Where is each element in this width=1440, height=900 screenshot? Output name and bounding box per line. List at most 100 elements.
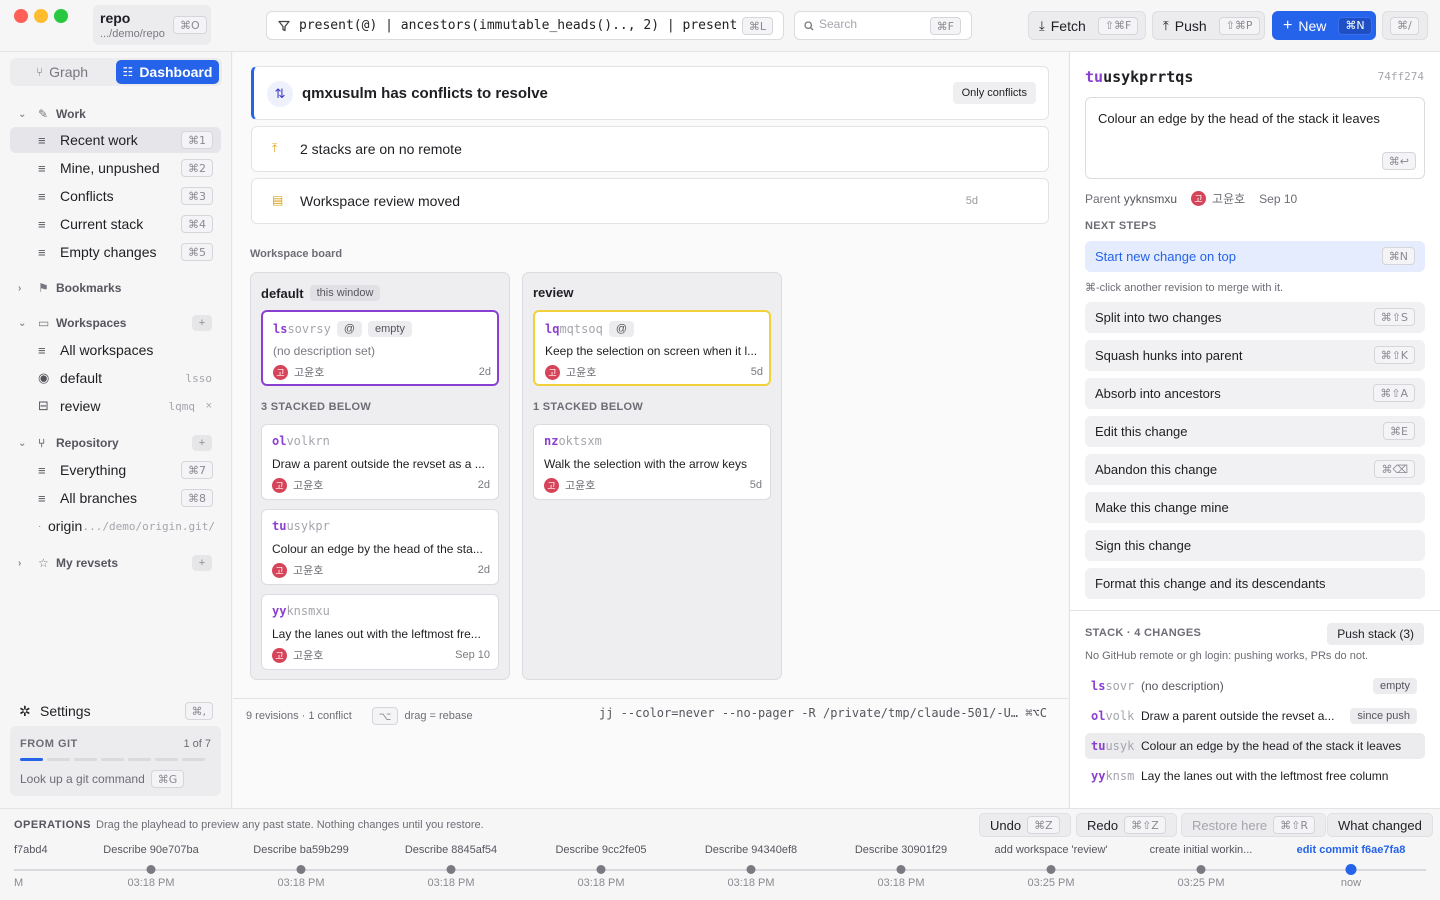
list-icon: ≡ xyxy=(38,160,46,176)
nav-shortcut: ⌘2 xyxy=(181,159,213,177)
jj-command-preview[interactable]: jj --color=never --no-pager -R /private/… xyxy=(599,706,1054,720)
stack-row-selected[interactable]: tuusyk Colour an edge by the head of the… xyxy=(1085,733,1425,759)
restore-shortcut: ⌘⇧R xyxy=(1273,816,1316,834)
graph-tab-label: Graph xyxy=(49,64,89,80)
abandon-change-button[interactable]: Abandon this change ⌘⌫ xyxy=(1085,454,1425,485)
format-change-button[interactable]: Format this change and its descendants xyxy=(1085,568,1425,599)
operation-label[interactable]: Describe 9cc2fe05 xyxy=(555,844,646,856)
nav-mine-unpushed[interactable]: ≡ Mine, unpushed ⌘2 xyxy=(10,155,221,181)
undo-button[interactable]: Undo ⌘Z xyxy=(979,813,1071,837)
revset-input[interactable]: present(@) | ancestors(immutable_heads()… xyxy=(266,11,784,40)
nav-all-workspaces[interactable]: ≡ All workspaces xyxy=(10,337,221,363)
operation-marker[interactable] xyxy=(296,865,306,874)
revsets-section-header[interactable]: › ☆ My revsets xyxy=(18,553,118,573)
parent-id[interactable]: yyknsmxu xyxy=(1124,192,1177,206)
nav-recent-work[interactable]: ≡ Recent work ⌘1 xyxy=(10,127,221,153)
operation-label[interactable]: create initial workin... xyxy=(1150,844,1253,856)
help-button[interactable]: ⌘/ xyxy=(1382,11,1428,40)
operation-marker[interactable] xyxy=(746,865,756,874)
graph-tab[interactable]: ⑂ Graph xyxy=(12,60,112,84)
operation-label[interactable]: edit commit f6ae7fa8 xyxy=(1297,844,1406,856)
absorb-button[interactable]: Absorb into ancestors ⌘⇧A xyxy=(1085,378,1425,409)
add-workspace-button[interactable]: + xyxy=(192,315,212,331)
operation-label[interactable]: Describe ba59b299 xyxy=(253,844,348,856)
stack-card[interactable]: yyknsmxu Lay the lanes out with the left… xyxy=(261,594,499,670)
minimize-window-button[interactable] xyxy=(34,9,48,23)
split-change-button[interactable]: Split into two changes ⌘⇧S xyxy=(1085,302,1425,333)
workspace-head-card[interactable]: lqmqtsoq @ Keep the selection on screen … xyxy=(533,310,771,386)
nav-workspace-review[interactable]: ⊟ review lqmq × xyxy=(10,393,221,419)
nav-empty-changes[interactable]: ≡ Empty changes ⌘5 xyxy=(10,239,221,265)
settings-button[interactable]: ✲ Settings ⌘, xyxy=(10,698,221,724)
dashboard-tab[interactable]: ☷ Dashboard xyxy=(116,60,219,84)
sign-change-button[interactable]: Sign this change xyxy=(1085,530,1425,561)
squash-hunks-button[interactable]: Squash hunks into parent ⌘⇧K xyxy=(1085,340,1425,371)
operation-marker[interactable] xyxy=(446,865,456,874)
add-revset-button[interactable]: + xyxy=(192,555,212,571)
avatar: 고 xyxy=(544,477,559,493)
timeline-track[interactable] xyxy=(14,869,1426,871)
stack-row[interactable]: lssovr (no description) empty xyxy=(1085,673,1425,699)
only-conflicts-button[interactable]: Only conflicts xyxy=(952,82,1036,104)
operation-marker[interactable] xyxy=(1196,865,1206,874)
make-mine-button[interactable]: Make this change mine xyxy=(1085,492,1425,523)
operation-marker[interactable] xyxy=(596,865,606,874)
nav-conflicts[interactable]: ≡ Conflicts ⌘3 xyxy=(10,183,221,209)
start-new-change-button[interactable]: Start new change on top ⌘N xyxy=(1085,241,1425,272)
repository-section-header[interactable]: ⌄ ⑂ Repository xyxy=(18,433,119,453)
operation-label[interactable]: Describe 8845af54 xyxy=(405,844,497,856)
nav-all-branches[interactable]: ≡ All branches ⌘8 xyxy=(10,485,221,511)
push-button[interactable]: ⤒ Push ⇧⌘P xyxy=(1152,11,1265,40)
playhead[interactable] xyxy=(1345,864,1357,875)
close-window-button[interactable] xyxy=(14,9,28,23)
change-id-rest: knsm xyxy=(1105,769,1135,783)
stack-card[interactable]: olvolkrn Draw a parent outside the revse… xyxy=(261,424,499,500)
conflict-title: qmxusulm has conflicts to resolve xyxy=(302,85,548,102)
new-change-button[interactable]: + New ⌘N xyxy=(1272,11,1376,40)
restore-here-button[interactable]: Restore here ⌘⇧R xyxy=(1181,813,1327,837)
operation-marker[interactable] xyxy=(1046,865,1056,874)
add-remote-button[interactable]: + xyxy=(192,435,212,451)
from-git-progress[interactable] xyxy=(20,758,205,761)
nav-everything[interactable]: ≡ Everything ⌘7 xyxy=(10,457,221,483)
what-changed-label: What changed xyxy=(1338,817,1422,833)
change-id-prefix: ol xyxy=(1091,709,1106,723)
nav-remote-origin[interactable]: · origin .../demo/origin.git/ xyxy=(10,513,221,539)
workspace-head-card[interactable]: lssovrsy @ empty (no description set) 고 … xyxy=(261,310,499,386)
operation-label[interactable]: Describe 94340ef8 xyxy=(705,844,797,856)
zoom-window-button[interactable] xyxy=(54,9,68,23)
what-changed-button[interactable]: What changed xyxy=(1327,813,1433,837)
conflict-banner[interactable]: ⇅ qmxusulm has conflicts to resolve Only… xyxy=(251,66,1049,120)
operation-label[interactable]: f7abd4 xyxy=(14,844,48,856)
push-stack-button[interactable]: Push stack (3) xyxy=(1327,623,1424,645)
bookmarks-section-header[interactable]: › ⚑ Bookmarks xyxy=(18,278,121,298)
stack-card[interactable]: nzoktsxm Walk the selection with the arr… xyxy=(533,424,771,500)
repo-switcher[interactable]: repo .../demo/repo ⌘O xyxy=(93,5,211,45)
search-input[interactable] xyxy=(819,17,929,31)
change-id-prefix: tu xyxy=(1091,739,1106,753)
git-lookup-link[interactable]: Look up a git command ⌘G xyxy=(20,770,185,788)
stack-row[interactable]: olvolk Draw a parent outside the revset … xyxy=(1085,703,1425,729)
operation-label[interactable]: Describe 90e707ba xyxy=(103,844,198,856)
edit-change-button[interactable]: Edit this change ⌘E xyxy=(1085,416,1425,447)
redo-button[interactable]: Redo ⌘⇧Z xyxy=(1076,813,1177,837)
workspaces-section-header[interactable]: ⌄ ▭ Workspaces xyxy=(18,313,126,333)
work-section-header[interactable]: ⌄ ✎ Work xyxy=(18,104,86,124)
no-remote-banner[interactable]: ⤒ 2 stacks are on no remote xyxy=(251,126,1049,172)
review-moved-banner[interactable]: ▤ Workspace review moved 5d xyxy=(251,178,1049,224)
nav-current-stack[interactable]: ≡ Current stack ⌘4 xyxy=(10,211,221,237)
nav-workspace-default[interactable]: ◉ default lsso xyxy=(10,365,221,391)
stack-card[interactable]: tuusykpr Colour an edge by the head of t… xyxy=(261,509,499,585)
operation-marker[interactable] xyxy=(146,865,156,874)
operation-label[interactable]: Describe 30901f29 xyxy=(855,844,947,856)
stack-row[interactable]: yyknsm Lay the lanes out with the leftmo… xyxy=(1085,763,1425,789)
close-icon[interactable]: × xyxy=(206,400,212,412)
undo-shortcut: ⌘Z xyxy=(1027,816,1060,834)
search-box[interactable]: ⌘F xyxy=(794,11,972,40)
operation-label[interactable]: add workspace 'review' xyxy=(994,844,1107,856)
description-editor[interactable]: Colour an edge by the head of the stack … xyxy=(1085,97,1425,179)
commit-hash[interactable]: 74ff274 xyxy=(1378,70,1424,83)
operation-marker[interactable] xyxy=(896,865,906,874)
change-title: tuusykprrtqs xyxy=(1085,68,1193,86)
fetch-button[interactable]: ⤓ Fetch ⇧⌘F xyxy=(1028,11,1146,40)
